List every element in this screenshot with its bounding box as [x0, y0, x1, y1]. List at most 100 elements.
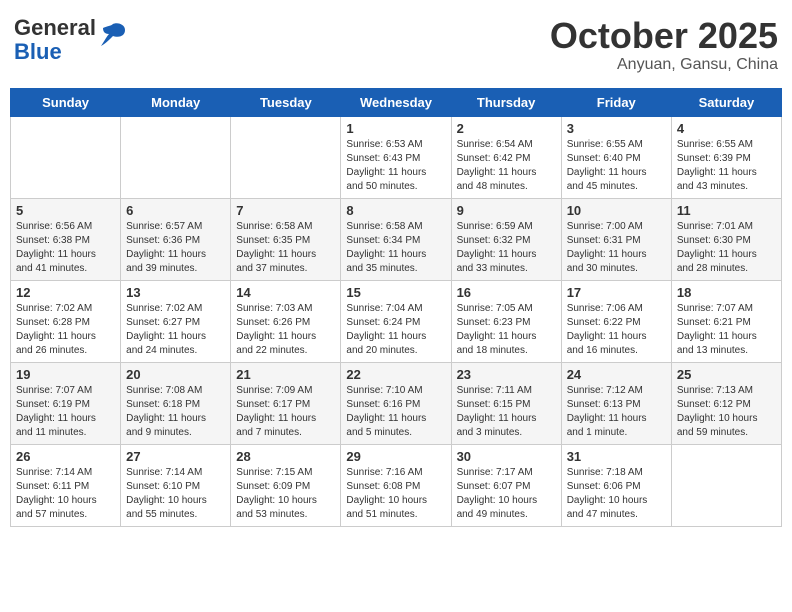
day-info: Sunrise: 7:00 AM Sunset: 6:31 PM Dayligh… [567, 220, 666, 276]
calendar-cell: 23 Sunrise: 7:11 AM Sunset: 6:15 PM Dayli… [451, 362, 561, 444]
day-info: Sunrise: 6:55 AM Sunset: 6:40 PM Dayligh… [567, 138, 666, 194]
day-info: Sunrise: 7:16 AM Sunset: 6:08 PM Dayligh… [346, 466, 445, 522]
weekday-header: Wednesday [341, 88, 451, 116]
calendar-cell: 12 Sunrise: 7:02 AM Sunset: 6:28 PM Dayli… [11, 280, 121, 362]
calendar-cell: 31 Sunrise: 7:18 AM Sunset: 6:06 PM Dayli… [561, 444, 671, 526]
day-info: Sunrise: 7:06 AM Sunset: 6:22 PM Dayligh… [567, 302, 666, 358]
day-number: 15 [346, 285, 445, 300]
day-info: Sunrise: 7:09 AM Sunset: 6:17 PM Dayligh… [236, 384, 335, 440]
calendar-cell: 20 Sunrise: 7:08 AM Sunset: 6:18 PM Dayli… [121, 362, 231, 444]
day-number: 23 [457, 367, 556, 382]
day-number: 19 [16, 367, 115, 382]
calendar-body: 1 Sunrise: 6:53 AM Sunset: 6:43 PM Daylig… [11, 116, 782, 526]
calendar-cell: 18 Sunrise: 7:07 AM Sunset: 6:21 PM Dayli… [671, 280, 781, 362]
calendar-cell: 7Sunrise: 6:58 AM Sunset: 6:35 PM Daylig… [231, 198, 341, 280]
day-number: 11 [677, 203, 776, 218]
weekday-header: Tuesday [231, 88, 341, 116]
calendar-cell: 24Sunrise: 7:12 AM Sunset: 6:13 PM Dayli… [561, 362, 671, 444]
calendar-week-row: 19 Sunrise: 7:07 AM Sunset: 6:19 PM Dayli… [11, 362, 782, 444]
day-number: 1 [346, 121, 445, 136]
calendar-cell: 13Sunrise: 7:02 AM Sunset: 6:27 PM Dayli… [121, 280, 231, 362]
day-number: 25 [677, 367, 776, 382]
day-number: 6 [126, 203, 225, 218]
day-number: 27 [126, 449, 225, 464]
calendar-cell: 10Sunrise: 7:00 AM Sunset: 6:31 PM Dayli… [561, 198, 671, 280]
day-info: Sunrise: 6:59 AM Sunset: 6:32 PM Dayligh… [457, 220, 556, 276]
calendar-cell: 16 Sunrise: 7:05 AM Sunset: 6:23 PM Dayli… [451, 280, 561, 362]
calendar-week-row: 26 Sunrise: 7:14 AM Sunset: 6:11 PM Dayli… [11, 444, 782, 526]
day-number: 5 [16, 203, 115, 218]
day-number: 31 [567, 449, 666, 464]
day-info: Sunrise: 7:02 AM Sunset: 6:28 PM Dayligh… [16, 302, 115, 358]
calendar-cell: 19 Sunrise: 7:07 AM Sunset: 6:19 PM Dayli… [11, 362, 121, 444]
calendar-cell: 17 Sunrise: 7:06 AM Sunset: 6:22 PM Dayli… [561, 280, 671, 362]
day-info: Sunrise: 7:14 AM Sunset: 6:11 PM Dayligh… [16, 466, 115, 522]
day-number: 28 [236, 449, 335, 464]
day-info: Sunrise: 7:14 AM Sunset: 6:10 PM Dayligh… [126, 466, 225, 522]
calendar-cell: 28Sunrise: 7:15 AM Sunset: 6:09 PM Dayli… [231, 444, 341, 526]
day-info: Sunrise: 6:56 AM Sunset: 6:38 PM Dayligh… [16, 220, 115, 276]
day-info: Sunrise: 7:11 AM Sunset: 6:15 PM Dayligh… [457, 384, 556, 440]
day-info: Sunrise: 7:04 AM Sunset: 6:24 PM Dayligh… [346, 302, 445, 358]
day-info: Sunrise: 7:17 AM Sunset: 6:07 PM Dayligh… [457, 466, 556, 522]
day-info: Sunrise: 6:57 AM Sunset: 6:36 PM Dayligh… [126, 220, 225, 276]
day-number: 12 [16, 285, 115, 300]
calendar-cell: 15 Sunrise: 7:04 AM Sunset: 6:24 PM Dayli… [341, 280, 451, 362]
day-number: 17 [567, 285, 666, 300]
calendar-week-row: 1 Sunrise: 6:53 AM Sunset: 6:43 PM Daylig… [11, 116, 782, 198]
day-info: Sunrise: 7:07 AM Sunset: 6:21 PM Dayligh… [677, 302, 776, 358]
weekday-row: SundayMondayTuesdayWednesdayThursdayFrid… [11, 88, 782, 116]
day-number: 20 [126, 367, 225, 382]
logo: General Blue [14, 16, 127, 64]
day-number: 21 [236, 367, 335, 382]
day-number: 4 [677, 121, 776, 136]
day-info: Sunrise: 7:08 AM Sunset: 6:18 PM Dayligh… [126, 384, 225, 440]
day-info: Sunrise: 6:53 AM Sunset: 6:43 PM Dayligh… [346, 138, 445, 194]
month-title: October 2025 [550, 16, 778, 56]
day-number: 22 [346, 367, 445, 382]
day-number: 13 [126, 285, 225, 300]
calendar-cell: 25 Sunrise: 7:13 AM Sunset: 6:12 PM Dayli… [671, 362, 781, 444]
day-number: 30 [457, 449, 556, 464]
calendar-cell: 27 Sunrise: 7:14 AM Sunset: 6:10 PM Dayli… [121, 444, 231, 526]
calendar-cell: 8Sunrise: 6:58 AM Sunset: 6:34 PM Daylig… [341, 198, 451, 280]
logo-text: General Blue [14, 16, 96, 64]
day-info: Sunrise: 7:18 AM Sunset: 6:06 PM Dayligh… [567, 466, 666, 522]
day-number: 16 [457, 285, 556, 300]
day-info: Sunrise: 7:13 AM Sunset: 6:12 PM Dayligh… [677, 384, 776, 440]
calendar-cell: 26 Sunrise: 7:14 AM Sunset: 6:11 PM Dayli… [11, 444, 121, 526]
day-info: Sunrise: 7:10 AM Sunset: 6:16 PM Dayligh… [346, 384, 445, 440]
location: Anyuan, Gansu, China [550, 56, 778, 74]
calendar-cell [11, 116, 121, 198]
day-info: Sunrise: 7:07 AM Sunset: 6:19 PM Dayligh… [16, 384, 115, 440]
weekday-header: Friday [561, 88, 671, 116]
day-number: 3 [567, 121, 666, 136]
calendar-cell [671, 444, 781, 526]
weekday-header: Saturday [671, 88, 781, 116]
calendar-cell: 4 Sunrise: 6:55 AM Sunset: 6:39 PM Daylig… [671, 116, 781, 198]
calendar-cell: 5 Sunrise: 6:56 AM Sunset: 6:38 PM Daylig… [11, 198, 121, 280]
calendar-cell: 14Sunrise: 7:03 AM Sunset: 6:26 PM Dayli… [231, 280, 341, 362]
day-info: Sunrise: 6:55 AM Sunset: 6:39 PM Dayligh… [677, 138, 776, 194]
day-number: 8 [346, 203, 445, 218]
day-number: 26 [16, 449, 115, 464]
calendar-table: SundayMondayTuesdayWednesdayThursdayFrid… [10, 88, 782, 527]
weekday-header: Monday [121, 88, 231, 116]
day-number: 9 [457, 203, 556, 218]
calendar-week-row: 12 Sunrise: 7:02 AM Sunset: 6:28 PM Dayli… [11, 280, 782, 362]
calendar-cell: 30 Sunrise: 7:17 AM Sunset: 6:07 PM Dayli… [451, 444, 561, 526]
calendar-cell: 2Sunrise: 6:54 AM Sunset: 6:42 PM Daylig… [451, 116, 561, 198]
calendar-header: SundayMondayTuesdayWednesdayThursdayFrid… [11, 88, 782, 116]
calendar-cell: 1 Sunrise: 6:53 AM Sunset: 6:43 PM Daylig… [341, 116, 451, 198]
calendar-cell: 21 Sunrise: 7:09 AM Sunset: 6:17 PM Dayli… [231, 362, 341, 444]
weekday-header: Sunday [11, 88, 121, 116]
day-number: 29 [346, 449, 445, 464]
day-info: Sunrise: 6:58 AM Sunset: 6:35 PM Dayligh… [236, 220, 335, 276]
day-number: 18 [677, 285, 776, 300]
day-info: Sunrise: 7:05 AM Sunset: 6:23 PM Dayligh… [457, 302, 556, 358]
weekday-header: Thursday [451, 88, 561, 116]
title-block: October 2025 Anyuan, Gansu, China [550, 16, 778, 74]
calendar-cell: 29 Sunrise: 7:16 AM Sunset: 6:08 PM Dayli… [341, 444, 451, 526]
logo-bird-icon [99, 22, 127, 48]
calendar-cell [231, 116, 341, 198]
